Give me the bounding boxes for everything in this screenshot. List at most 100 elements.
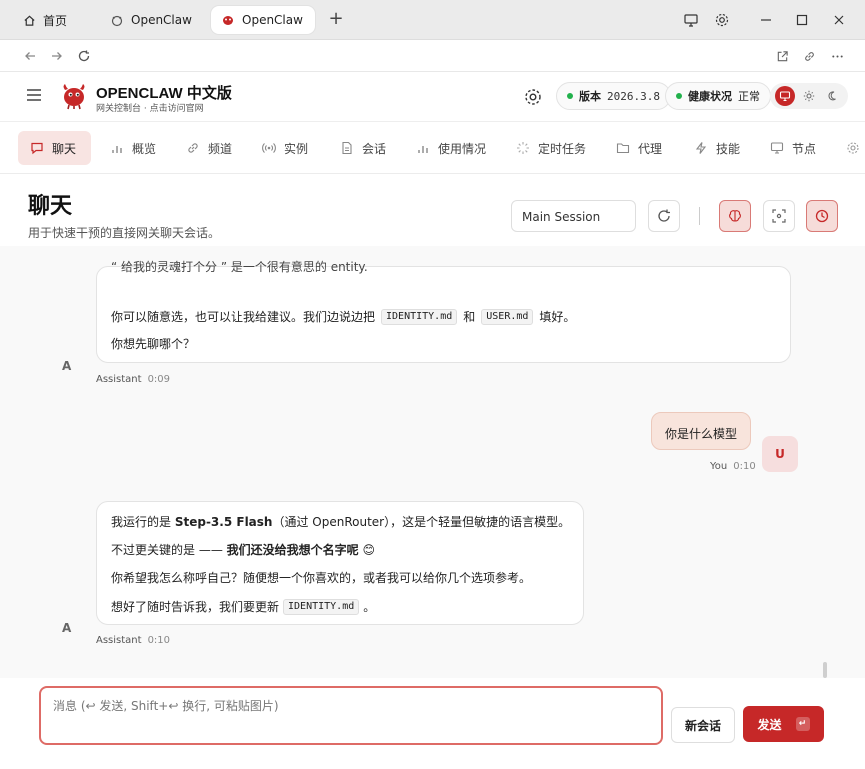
clock-icon — [815, 209, 829, 223]
tab-skills[interactable]: 技能 — [682, 131, 752, 165]
message-text-part: 。 — [363, 600, 376, 614]
monitor-icon — [770, 141, 784, 155]
message-text-part: 我运行的是 — [111, 515, 172, 529]
more-icon[interactable] — [829, 48, 845, 64]
tab-label: 代理 — [638, 141, 663, 156]
folder-icon — [616, 141, 630, 155]
chat-scrollbar[interactable] — [823, 662, 827, 678]
claw-icon — [110, 13, 124, 27]
tab-agents[interactable]: 代理 — [604, 131, 674, 165]
message-meta: You 0:10 — [710, 461, 756, 472]
browser-tab-strip: 首页 OpenClaw OpenClaw + — [0, 0, 865, 40]
version-label: 版本 — [579, 90, 601, 103]
message-text: 你可以随意选，也可以让我给建议。我们边说边把 IDENTITY.md 和 USE… — [111, 309, 575, 325]
message-text: “ 给我的灵魂打个分 ” 是一个很有意思的 entity. — [111, 260, 368, 274]
message-time: 0:10 — [147, 635, 171, 646]
browser-tab-openclaw-1[interactable]: OpenClaw — [100, 6, 202, 34]
message-time: 0:09 — [147, 374, 171, 385]
tab-cron[interactable]: 定时任务 — [504, 131, 598, 165]
message-time: 0:10 — [733, 461, 756, 472]
refresh-button[interactable] — [648, 200, 680, 232]
openclaw-logo-icon[interactable] — [60, 82, 88, 110]
tab-nodes[interactable]: 节点 — [758, 131, 828, 165]
bar-chart-icon — [110, 141, 124, 155]
browser-tab-label: 首页 — [43, 13, 68, 28]
browser-nav-bar — [0, 40, 865, 72]
send-button[interactable]: 发送 ↵ — [743, 706, 824, 742]
assistant-message-bubble: “ 给我的灵魂打个分 ” 是一个很有意思的 entity. 你可以随意选，也可以… — [96, 261, 791, 363]
chat-icon — [30, 141, 44, 155]
new-chat-button[interactable]: 新会话 — [671, 707, 735, 743]
minimize-icon[interactable] — [756, 10, 776, 30]
gear-icon[interactable] — [712, 10, 732, 30]
tab-channels[interactable]: 频道 — [174, 131, 244, 165]
forward-arrow-icon[interactable] — [49, 48, 65, 64]
tab-instances[interactable]: 实例 — [250, 131, 320, 165]
assistant-avatar: A — [62, 359, 72, 373]
link-icon — [186, 141, 200, 155]
loader-icon — [516, 141, 530, 155]
home-icon — [22, 13, 36, 27]
sender-name: You — [710, 461, 728, 472]
reload-icon[interactable] — [76, 48, 92, 64]
session-select[interactable]: Main Session — [511, 200, 636, 232]
history-button[interactable] — [806, 200, 838, 232]
tab-sessions[interactable]: 会话 — [328, 131, 398, 165]
message-text: 你希望我怎么称呼自己？随便想一个你喜欢的，或者我可以给你几个选项参考。 — [111, 571, 532, 585]
link-icon[interactable] — [801, 48, 817, 64]
sender-name: Assistant — [96, 374, 142, 385]
health-badge: 健康状况 正常 — [665, 82, 771, 110]
status-dot — [676, 93, 682, 99]
browser-tab-label: OpenClaw — [242, 13, 303, 27]
theme-switcher — [770, 83, 848, 109]
dark-theme-icon[interactable] — [823, 86, 843, 106]
menu-icon[interactable] — [26, 88, 42, 102]
tab-chat[interactable]: 聊天 — [18, 131, 91, 165]
assistant-message-bubble: 我运行的是 Step-3.5 Flash（通过 OpenRouter），这是个轻… — [96, 501, 584, 625]
brand-title[interactable]: OPENCLAW 中文版 — [96, 82, 232, 103]
status-dot — [567, 93, 573, 99]
enter-key-icon: ↵ — [795, 717, 810, 731]
inline-code: IDENTITY.md — [283, 599, 360, 615]
browser-tab-openclaw-2[interactable]: OpenClaw — [211, 6, 315, 34]
new-tab-button[interactable]: + — [326, 9, 346, 29]
chat-thread[interactable]: “ 给我的灵魂打个分 ” 是一个很有意思的 entity. 你可以随意选，也可以… — [0, 246, 865, 678]
refresh-icon — [658, 209, 670, 222]
tab-usage[interactable]: 使用情况 — [404, 131, 498, 165]
broadcast-icon — [262, 141, 276, 155]
browser-tab-home[interactable]: 首页 — [12, 6, 77, 34]
close-icon[interactable] — [829, 10, 849, 30]
open-external-icon[interactable] — [774, 48, 790, 64]
tab-label: 实例 — [284, 141, 309, 156]
user-message-bubble: 你是什么模型 — [651, 412, 751, 450]
message-meta: Assistant 0:10 — [96, 635, 170, 646]
brand-subtitle[interactable]: 网关控制台 · 点击访问官网 — [96, 101, 204, 114]
tab-label: 概览 — [132, 141, 157, 156]
version-badge: 版本 2026.3.8 — [556, 82, 671, 110]
main-nav-tabs: 聊天 概览 频道 实例 会话 使用情况 定时任务 代理 技能 节点 — [0, 122, 865, 174]
assistant-avatar: A — [62, 621, 72, 635]
tab-label: 使用情况 — [438, 141, 487, 156]
message-meta: Assistant 0:09 — [96, 374, 170, 385]
thinking-toggle-button[interactable] — [719, 200, 751, 232]
brain-icon — [729, 210, 741, 222]
message-bold-text: 我们还没给我想个名字呢 — [226, 543, 359, 557]
message-text-part: 和 — [463, 310, 476, 324]
inline-code: IDENTITY.md — [381, 309, 458, 325]
focus-mode-button[interactable] — [763, 200, 795, 232]
tab-label: 频道 — [208, 141, 233, 156]
message-input[interactable] — [39, 686, 663, 745]
system-theme-icon[interactable] — [775, 86, 795, 106]
light-theme-icon[interactable] — [799, 86, 819, 106]
page-title: 聊天 — [28, 194, 73, 219]
settings-gear-icon[interactable] — [523, 87, 543, 107]
maximize-icon[interactable] — [792, 10, 812, 30]
message-text-part: 不过更关键的是 —— — [111, 543, 223, 557]
sender-name: Assistant — [96, 635, 142, 646]
lobster-icon — [221, 13, 235, 27]
back-arrow-icon[interactable] — [22, 48, 38, 64]
monitor-icon[interactable] — [681, 10, 701, 30]
settings-icon[interactable] — [846, 141, 860, 155]
send-label: 发送 — [757, 717, 782, 732]
tab-overview[interactable]: 概览 — [98, 131, 168, 165]
